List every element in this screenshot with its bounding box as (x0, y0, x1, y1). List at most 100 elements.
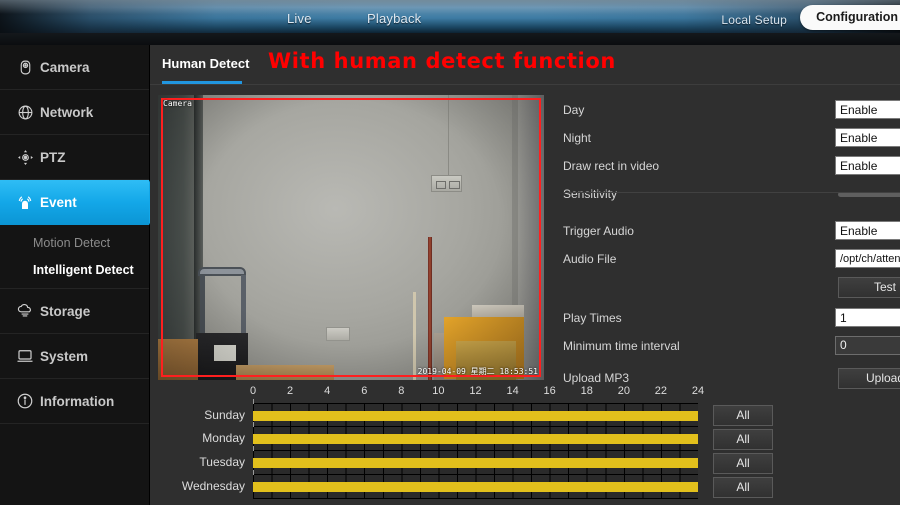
sidebar-item-label: Network (40, 104, 94, 120)
axis-tick-22: 22 (654, 385, 668, 397)
sensitivity-label: Sensitivity (563, 187, 618, 201)
settings-form: Day Enable ⌄ Night Enable ⌄ Draw rect in… (555, 100, 900, 399)
row-tick-mark (253, 446, 254, 451)
sidebar-item-network[interactable]: Network (0, 90, 149, 135)
sidebar-item-motion-detect[interactable]: Motion Detect (0, 229, 149, 256)
sidebar-item-camera[interactable]: Camera (0, 45, 149, 90)
header-gloss (0, 0, 900, 14)
upload-mp3-label: Upload MP3 (563, 371, 630, 385)
row-tick-mark (253, 399, 254, 404)
schedule-day-label: Wednesday (181, 479, 245, 493)
annotation-text: With human detect function (268, 49, 616, 73)
nav-playback[interactable]: Playback (367, 11, 421, 26)
tab-active-underline (162, 81, 242, 84)
tab-bar: Human Detect With human detect function (150, 45, 900, 85)
schedule-bar[interactable] (253, 411, 698, 421)
audio-file-select[interactable]: /opt/ch/attention.mp3 ⌄ (835, 249, 900, 268)
night-label: Night (563, 131, 592, 145)
row-play-times: Play Times 1 ⌄ (555, 308, 900, 331)
axis-tick-14: 14 (506, 385, 519, 397)
schedule-bar[interactable] (253, 458, 698, 468)
day-label: Day (563, 103, 585, 117)
alarm-bell-icon (10, 194, 40, 212)
detection-rect-overlay (161, 98, 541, 377)
nav-live[interactable]: Live (287, 11, 312, 26)
sidebar-item-storage[interactable]: Storage (0, 289, 149, 334)
axis-tick-18: 18 (580, 385, 593, 397)
tab-human-detect[interactable]: Human Detect (162, 56, 249, 79)
schedule-all-button[interactable]: All (713, 429, 773, 450)
row-night: Night Enable ⌄ (555, 128, 900, 151)
configuration-page: Live Playback Local Setup Configuration … (0, 0, 900, 505)
trigger-audio-select[interactable]: Enable ⌄ (835, 221, 900, 240)
draw-rect-label: Draw rect in video (563, 159, 660, 173)
row-audio-buttons: Test Delete (555, 277, 900, 303)
sidebar-item-label: Storage (40, 303, 91, 319)
schedule-day-label: Sunday (204, 408, 245, 422)
play-times-select[interactable]: 1 ⌄ (835, 308, 900, 327)
header-underband (0, 33, 900, 45)
row-tick-mark (253, 422, 254, 427)
axis-tick-4: 4 (324, 385, 331, 397)
draw-rect-select[interactable]: Enable ⌄ (835, 156, 900, 175)
video-osd-timestamp: 2019-04-09 星期二 18:53:51 (417, 367, 538, 376)
sidebar-item-label: Information (40, 393, 115, 409)
row-audio-file: Audio File /opt/ch/attention.mp3 ⌄ (555, 249, 900, 272)
sidebar-item-label: Camera (40, 59, 90, 75)
audio-file-label: Audio File (563, 252, 617, 266)
axis-tick-20: 20 (617, 385, 630, 397)
draw-rect-select-value: Enable (840, 159, 878, 173)
top-header: Live Playback Local Setup Configuration (0, 0, 900, 33)
sidebar-item-event[interactable]: Event (0, 180, 160, 225)
audio-file-select-value: /opt/ch/attention.mp3 (840, 253, 900, 265)
info-icon (10, 392, 40, 410)
axis-tick-12: 12 (469, 385, 482, 397)
schedule-all-button[interactable]: All (713, 405, 773, 426)
sidebar-item-intelligent-detect[interactable]: Intelligent Detect (0, 256, 149, 283)
day-select[interactable]: Enable ⌄ (835, 100, 900, 119)
test-button[interactable]: Test (838, 277, 900, 298)
axis-tick-10: 10 (432, 385, 445, 397)
row-day: Day Enable ⌄ (555, 100, 900, 123)
sidebar-item-label: Event (40, 195, 77, 210)
schedule-bar[interactable] (253, 482, 698, 492)
sidebar-item-information[interactable]: Information (0, 379, 149, 424)
sidebar-item-system[interactable]: System (0, 334, 149, 379)
row-sensitivity: Sensitivity 70 (555, 184, 900, 207)
row-draw-rect: Draw rect in video Enable ⌄ (555, 156, 900, 179)
play-times-label: Play Times (563, 311, 622, 325)
schedule-day-label: Monday (202, 431, 245, 445)
network-icon (10, 104, 40, 121)
schedule-grid: Sunday Monday Tuesday Wednesday (182, 399, 698, 499)
night-select[interactable]: Enable ⌄ (835, 128, 900, 147)
night-select-value: Enable (840, 131, 878, 145)
min-interval-input[interactable]: 0 (835, 336, 900, 355)
axis-tick-16: 16 (543, 385, 556, 397)
axis-tick-8: 8 (398, 385, 405, 397)
schedule-day-label: Tuesday (199, 455, 245, 469)
axis-tick-6: 6 (361, 385, 368, 397)
nav-local-setup[interactable]: Local Setup (721, 13, 787, 27)
row-trigger-audio: Trigger Audio Enable ⌄ (555, 221, 900, 244)
content-area: Human Detect With human detect function (150, 45, 900, 505)
schedule-all-button[interactable]: All (713, 453, 773, 474)
video-preview[interactable]: Camera 2019-04-09 星期二 18:53:51 (158, 95, 544, 380)
ptz-icon (10, 149, 40, 166)
sidebar-item-ptz[interactable]: PTZ (0, 135, 149, 180)
trigger-audio-label: Trigger Audio (563, 224, 634, 238)
cloud-storage-icon (10, 302, 40, 320)
axis-tick-24: 24 (691, 385, 705, 397)
sidebar-item-label: System (40, 348, 89, 364)
schedule-all-button[interactable]: All (713, 477, 773, 498)
trigger-audio-select-value: Enable (840, 224, 878, 238)
min-interval-label: Minimum time interval (563, 339, 680, 353)
sidebar-subitems: Motion Detect Intelligent Detect (0, 225, 149, 289)
video-osd-channel-name: Camera (163, 99, 192, 108)
day-select-value: Enable (840, 103, 878, 117)
row-tick-mark (253, 470, 254, 475)
system-icon (10, 347, 40, 365)
nav-configuration[interactable]: Configuration (800, 5, 900, 30)
row-min-interval: Minimum time interval 0 Seconds (1~60) (555, 336, 900, 359)
schedule-bar[interactable] (253, 434, 698, 444)
schedule-row: Sunday (204, 399, 698, 427)
